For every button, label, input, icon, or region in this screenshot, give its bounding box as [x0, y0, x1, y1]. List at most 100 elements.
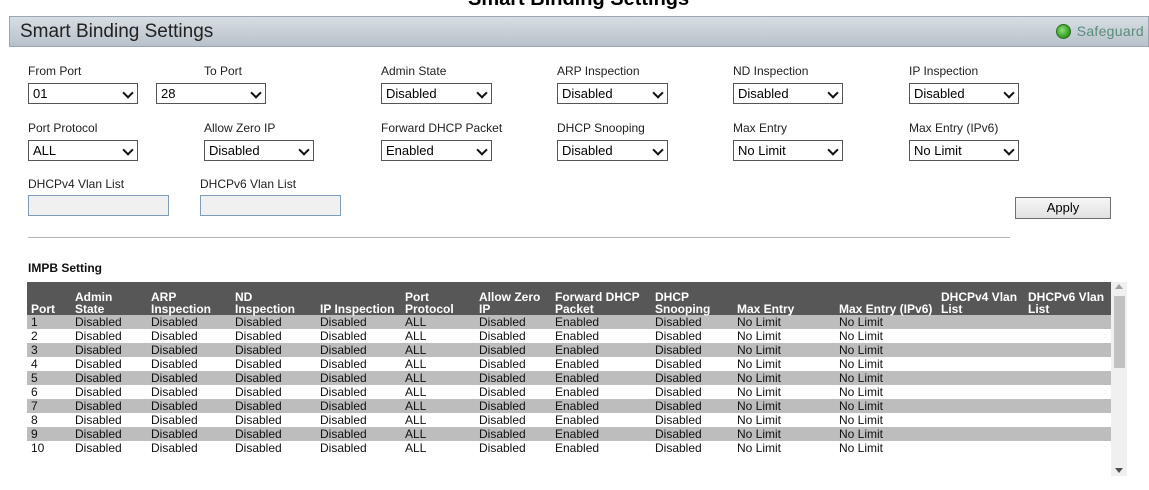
scroll-down-icon[interactable]: [1115, 468, 1123, 473]
arp-inspection-value: Disabled: [562, 86, 613, 101]
table-cell: Disabled: [231, 357, 316, 371]
column-header: IP Inspection: [316, 282, 401, 315]
forward-dhcp-packet-value: Enabled: [386, 143, 434, 158]
chevron-down-icon: [654, 144, 662, 157]
table-cell: Disabled: [316, 399, 401, 413]
table-cell: [1024, 385, 1111, 399]
safeguard-indicator[interactable]: Safeguard: [1055, 23, 1144, 39]
ip-inspection-select[interactable]: Disabled: [909, 83, 1019, 104]
table-cell: 4: [27, 357, 71, 371]
table-cell: Disabled: [147, 441, 231, 455]
dhcpv4-vlan-list-label: DHCPv4 Vlan List: [28, 177, 125, 191]
table-cell: Disabled: [475, 329, 551, 343]
table-cell: No Limit: [835, 357, 937, 371]
column-header: DHCPv4 Vlan List: [937, 282, 1024, 315]
table-cell: No Limit: [733, 343, 835, 357]
table-row: 10 Disabled Disabled Disabled Disabled ALL Dis…: [27, 441, 1111, 455]
scroll-thumb[interactable]: [1114, 296, 1125, 368]
table-cell: Enabled: [551, 427, 651, 441]
table-cell: Disabled: [147, 427, 231, 441]
table-cell: [937, 427, 1024, 441]
table-cell: Enabled: [551, 357, 651, 371]
chevron-down-icon: [1005, 144, 1013, 157]
table-cell: Disabled: [147, 413, 231, 427]
to-port-label: To Port: [204, 64, 243, 78]
table-cell: Disabled: [71, 329, 147, 343]
table-cell: No Limit: [835, 399, 937, 413]
table-cell: Disabled: [475, 413, 551, 427]
from-port-select[interactable]: 01: [28, 83, 138, 104]
table-cell: 3: [27, 343, 71, 357]
table-cell: No Limit: [835, 329, 937, 343]
table-cell: Disabled: [651, 385, 733, 399]
column-header: Max Entry (IPv6): [835, 282, 937, 315]
forward-dhcp-packet-label: Forward DHCP Packet: [381, 121, 503, 135]
table-cell: Disabled: [71, 413, 147, 427]
table-cell: Disabled: [651, 441, 733, 455]
column-header: Port Protocol: [401, 282, 475, 315]
table-cell: ALL: [401, 399, 475, 413]
settings-header: Smart Binding Settings Safeguard: [9, 16, 1149, 47]
table-row: 6 Disabled Disabled Disabled Disabled ALL Disa…: [27, 385, 1111, 399]
page-title: Smart Binding Settings: [20, 21, 214, 42]
table-cell: [937, 371, 1024, 385]
table-cell: Disabled: [231, 315, 316, 329]
admin-state-select[interactable]: Disabled: [381, 83, 492, 104]
table-row: 2 Disabled Disabled Disabled Disabled ALL Disa…: [27, 329, 1111, 343]
arp-inspection-select[interactable]: Disabled: [557, 83, 668, 104]
to-port-value: 28: [161, 86, 176, 101]
from-port-value: 01: [33, 86, 48, 101]
table-row: 5 Disabled Disabled Disabled Disabled ALL Disa…: [27, 371, 1111, 385]
safeguard-status-icon: [1055, 23, 1071, 39]
to-port-select[interactable]: 28: [156, 83, 266, 104]
table-cell: Disabled: [475, 315, 551, 329]
table-cell: Disabled: [475, 399, 551, 413]
table-cell: Enabled: [551, 413, 651, 427]
chevron-down-icon: [124, 144, 132, 157]
max-entry-ipv6-label: Max Entry (IPv6): [909, 121, 999, 135]
table-cell: 6: [27, 385, 71, 399]
table-cell: Enabled: [551, 441, 651, 455]
safeguard-label: Safeguard: [1076, 23, 1144, 39]
port-protocol-select[interactable]: ALL: [28, 140, 138, 161]
max-entry-select[interactable]: No Limit: [733, 140, 843, 161]
admin-state-value: Disabled: [386, 86, 437, 101]
forward-dhcp-packet-select[interactable]: Enabled: [381, 140, 492, 161]
max-entry-ipv6-select[interactable]: No Limit: [909, 140, 1019, 161]
dhcp-snooping-value: Disabled: [562, 143, 613, 158]
nd-inspection-select[interactable]: Disabled: [733, 83, 843, 104]
table-cell: Disabled: [651, 371, 733, 385]
chevron-down-icon: [654, 87, 662, 100]
dhcpv4-vlan-list-input[interactable]: [28, 195, 169, 216]
scroll-up-icon[interactable]: [1115, 284, 1123, 289]
nd-inspection-value: Disabled: [738, 86, 789, 101]
table-cell: ALL: [401, 413, 475, 427]
table-scrollbar[interactable]: [1111, 282, 1127, 476]
table-cell: Disabled: [316, 385, 401, 399]
allow-zero-ip-select[interactable]: Disabled: [204, 140, 314, 161]
table-cell: Enabled: [551, 399, 651, 413]
table-cell: Enabled: [551, 343, 651, 357]
table-cell: Disabled: [651, 329, 733, 343]
table-cell: [1024, 441, 1111, 455]
dhcp-snooping-select[interactable]: Disabled: [557, 140, 668, 161]
table-row: 8 Disabled Disabled Disabled Disabled ALL Disa…: [27, 413, 1111, 427]
table-cell: ALL: [401, 385, 475, 399]
table-cell: No Limit: [835, 371, 937, 385]
table-cell: [1024, 357, 1111, 371]
table-cell: Disabled: [147, 399, 231, 413]
table-cell: [937, 413, 1024, 427]
table-cell: Disabled: [316, 413, 401, 427]
table-cell: Enabled: [551, 329, 651, 343]
table-cell: [1024, 343, 1111, 357]
apply-button[interactable]: Apply: [1015, 197, 1111, 219]
table-cell: Disabled: [231, 399, 316, 413]
column-header: ND Inspection: [231, 282, 316, 315]
column-header: DHCP Snooping: [651, 282, 733, 315]
column-header: Port: [27, 282, 71, 315]
page-heading-partial-text: Smart Binding Settings: [468, 0, 689, 11]
dhcpv6-vlan-list-input[interactable]: [200, 195, 341, 216]
chevron-down-icon: [829, 87, 837, 100]
column-header: Forward DHCP Packet: [551, 282, 651, 315]
section-divider: [28, 237, 1010, 238]
